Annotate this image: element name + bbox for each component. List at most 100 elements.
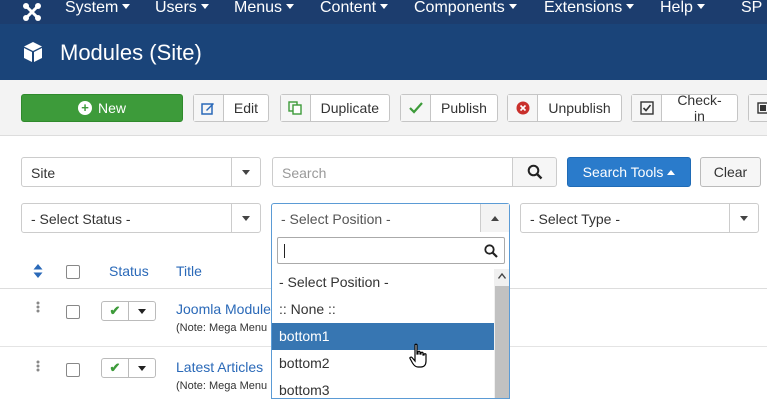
new-button[interactable]: + New xyxy=(21,94,183,122)
nav-item-components[interactable]: Components xyxy=(414,0,517,24)
status-toggle[interactable]: ✔ xyxy=(101,358,156,378)
cube-icon xyxy=(24,42,42,62)
chevron-down-icon xyxy=(231,204,260,232)
chevron-down-icon xyxy=(122,4,131,9)
scroll-thumb[interactable] xyxy=(495,286,509,398)
nav-label: Content xyxy=(320,0,377,16)
page-header: Modules (Site) xyxy=(0,24,767,80)
status-column-header[interactable]: Status xyxy=(109,263,149,279)
duplicate-button[interactable]: Duplicate xyxy=(280,94,390,122)
nav-label: System xyxy=(65,0,119,16)
select-all-checkbox[interactable] xyxy=(66,265,80,279)
hand-cursor-icon xyxy=(409,343,427,368)
checkmark-icon xyxy=(401,95,431,121)
toolbar: + New Edit Duplicate Publish Unpublish C… xyxy=(0,80,767,136)
clear-button-label: Clear xyxy=(713,164,748,180)
nav-item-menus[interactable]: Menus xyxy=(234,0,295,24)
publish-button-label: Publish xyxy=(441,100,487,116)
chevron-down-icon xyxy=(380,4,389,9)
status-toggle[interactable]: ✔ xyxy=(101,301,156,321)
position-option[interactable]: bottom2 xyxy=(272,350,494,377)
search-input[interactable]: Search xyxy=(272,157,513,187)
unpublish-button-label: Unpublish xyxy=(548,100,611,116)
more-button[interactable] xyxy=(748,94,767,122)
type-select[interactable]: - Select Type - xyxy=(520,203,759,233)
status-select-value: - Select Status - xyxy=(31,211,131,227)
chevron-down-icon xyxy=(729,204,758,232)
nav-item-help[interactable]: Help xyxy=(660,0,705,24)
row-note: (Note: Mega Menu xyxy=(176,322,268,334)
row-checkbox[interactable] xyxy=(66,305,80,319)
chevron-down-icon[interactable] xyxy=(129,302,155,320)
drag-handle-icon[interactable] xyxy=(36,360,40,372)
nav-item-users[interactable]: Users xyxy=(155,0,209,24)
nav-label: Extensions xyxy=(544,0,623,16)
nav-item-system[interactable]: System xyxy=(65,0,131,24)
nav-label: Menus xyxy=(234,0,283,16)
position-options-list: - Select Position - :: None :: bottom1 b… xyxy=(272,269,494,398)
nav-item-sp[interactable]: SP xyxy=(741,0,762,24)
type-select-value: - Select Type - xyxy=(530,211,621,227)
drag-handle-icon[interactable] xyxy=(36,301,40,313)
chevron-down-icon xyxy=(231,158,260,186)
new-button-label: New xyxy=(97,100,126,116)
nav-label: Help xyxy=(660,0,693,16)
dropdown-scrollbar[interactable] xyxy=(494,269,509,398)
times-circle-icon xyxy=(508,95,538,121)
joomla-logo-icon[interactable] xyxy=(22,2,42,22)
page-title: Modules (Site) xyxy=(60,40,202,65)
position-option-highlighted[interactable]: bottom1 xyxy=(272,323,494,350)
search-icon xyxy=(527,164,542,180)
chevron-down-icon xyxy=(626,4,635,9)
check-in-button-label: Check-in xyxy=(677,92,722,124)
position-option[interactable]: :: None :: xyxy=(272,296,494,323)
caret-up-icon xyxy=(667,169,676,175)
row-title-link[interactable]: Latest Articles xyxy=(176,359,263,375)
search-icon xyxy=(484,244,498,258)
title-column-header[interactable]: Title xyxy=(176,263,202,279)
check-in-button[interactable]: Check-in xyxy=(631,92,738,124)
position-option[interactable]: bottom3 xyxy=(272,377,494,398)
client-select-value: Site xyxy=(31,165,56,181)
unpublish-button[interactable]: Unpublish xyxy=(507,94,622,122)
nav-label: Components xyxy=(414,0,505,16)
position-dropdown-panel: - Select Position - :: None :: bottom1 b… xyxy=(271,232,510,399)
text-cursor xyxy=(284,244,285,258)
search-placeholder: Search xyxy=(282,165,327,181)
plus-icon: + xyxy=(77,101,92,115)
published-check-icon[interactable]: ✔ xyxy=(102,359,129,377)
client-select[interactable]: Site xyxy=(21,157,261,187)
checkbox-checked-icon xyxy=(632,95,662,121)
published-check-icon[interactable]: ✔ xyxy=(102,302,129,320)
row-note: (Note: Mega Menu xyxy=(176,380,268,392)
edit-icon xyxy=(194,95,224,121)
chevron-up-icon xyxy=(480,204,509,232)
nav-item-content[interactable]: Content xyxy=(320,0,389,24)
chevron-down-icon xyxy=(286,4,295,9)
position-search-input[interactable] xyxy=(277,237,505,264)
row-title-link[interactable]: Joomla Module xyxy=(176,301,271,317)
duplicate-button-label: Duplicate xyxy=(320,100,379,116)
position-select-value: - Select Position - xyxy=(281,211,391,227)
publish-button[interactable]: Publish xyxy=(400,94,498,122)
edit-button[interactable]: Edit xyxy=(193,94,269,122)
search-tools-button[interactable]: Search Tools xyxy=(567,157,691,187)
chevron-down-icon xyxy=(696,4,705,9)
sort-icon[interactable] xyxy=(33,264,43,278)
chevron-down-icon[interactable] xyxy=(129,359,155,377)
row-checkbox[interactable] xyxy=(66,363,80,377)
square-icon xyxy=(749,95,767,121)
chevron-down-icon xyxy=(200,4,209,9)
scroll-up-icon[interactable] xyxy=(494,269,509,283)
status-select[interactable]: - Select Status - xyxy=(21,203,261,233)
edit-button-label: Edit xyxy=(233,100,258,116)
nav-item-extensions[interactable]: Extensions xyxy=(544,0,635,24)
nav-label: SP xyxy=(741,0,763,16)
nav-label: Users xyxy=(155,0,197,16)
position-select[interactable]: - Select Position - xyxy=(271,203,510,233)
top-navbar: System Users Menus Content Components Ex… xyxy=(0,0,767,24)
position-option[interactable]: - Select Position - xyxy=(272,269,494,296)
copy-icon xyxy=(281,95,311,121)
search-button[interactable] xyxy=(512,157,557,187)
clear-button[interactable]: Clear xyxy=(700,157,761,187)
